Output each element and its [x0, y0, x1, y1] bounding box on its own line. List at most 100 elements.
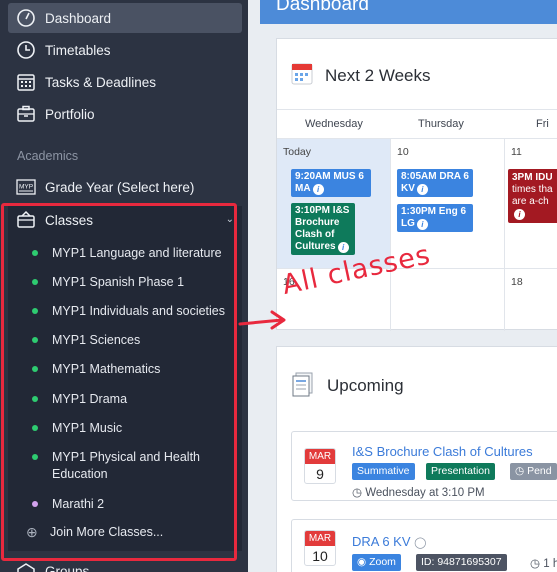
info-icon: i	[337, 242, 349, 253]
chevron-down-icon: ⌄	[225, 214, 234, 225]
calendar-grid-icon	[17, 74, 35, 91]
upcoming-item-title[interactable]: I&S Brochure Clash of Cultures	[352, 444, 533, 459]
clock-icon	[17, 41, 35, 59]
class-item-sciences[interactable]: MYP1 Sciences	[8, 332, 242, 349]
nav-timetables[interactable]: Timetables	[8, 35, 242, 65]
portfolio-icon	[17, 105, 35, 122]
info-icon: i	[312, 184, 324, 195]
nav-classes[interactable]: Classes ⌄	[8, 206, 242, 234]
status-dot-icon	[32, 501, 38, 507]
class-item-label: MYP1 Music	[52, 421, 123, 435]
tag-pending: ◷ Pend	[510, 463, 557, 480]
status-dot-icon	[32, 250, 38, 256]
calendar-event-label: times tha are a-ch	[512, 184, 553, 207]
calendar-cell[interactable]: 18	[505, 269, 557, 331]
date-badge: MAR 9	[304, 448, 336, 484]
info-icon: i	[416, 219, 428, 230]
class-item-label: MYP1 Physical and Health Education	[52, 450, 200, 481]
annotation-arrow-icon	[238, 310, 286, 330]
book-icon	[292, 372, 313, 397]
nav-groups[interactable]: Groups	[8, 556, 242, 572]
status-dot-icon	[32, 396, 38, 402]
class-item-label: MYP1 Individuals and societies	[52, 304, 226, 318]
comment-icon: ◯	[414, 537, 427, 549]
tag-zoom-label: Zoom	[369, 556, 396, 568]
zoom-icon: ◉	[357, 556, 370, 568]
status-dot-icon	[32, 454, 38, 460]
info-icon: i	[416, 184, 428, 195]
date-badge: MAR 10	[304, 530, 336, 566]
tag-pending-label: Pend	[527, 465, 552, 477]
section-academics: Academics	[17, 149, 79, 163]
calendar-cell[interactable]	[391, 269, 505, 331]
join-more-classes[interactable]: ⊕ Join More Classes...	[8, 524, 242, 541]
sidebar: Dashboard Timetables Tasks & Deadlines P…	[0, 0, 248, 572]
class-item-language[interactable]: MYP1 Language and literature	[8, 245, 242, 262]
class-item-label: MYP1 Spanish Phase 1	[52, 275, 185, 289]
tag-meeting-id: ID: 94871695307	[416, 554, 507, 571]
groups-icon	[17, 563, 35, 572]
nav-tasks[interactable]: Tasks & Deadlines	[8, 67, 242, 97]
join-more-classes-label: Join More Classes...	[50, 525, 164, 539]
nav-dashboard-label: Dashboard	[45, 10, 112, 26]
calendar-event-label: 9:20AM MUS 6 MA	[295, 171, 364, 194]
nav-grade-year-label: Grade Year (Select here)	[45, 179, 195, 195]
day-header: Fri	[536, 118, 549, 130]
page-header: Dashboard	[260, 0, 557, 24]
upcoming-item[interactable]: MAR 10 DRA 6 KV ◯ ◉ Zoom ID: 94871695307…	[291, 519, 557, 572]
upcoming-title: Upcoming	[327, 376, 404, 395]
date-badge-month: MAR	[305, 449, 335, 464]
upcoming-item-title-text: DRA 6 KV	[352, 534, 411, 549]
info-icon: i	[514, 209, 525, 220]
calendar-event[interactable]: 8:05AM DRA 6 KV i	[397, 169, 473, 197]
myp-badge-text: MYP	[19, 184, 33, 191]
clock-icon: ◷	[352, 487, 366, 499]
class-item-label: MYP1 Mathematics	[52, 362, 161, 376]
class-item-spanish[interactable]: MYP1 Spanish Phase 1	[8, 274, 242, 291]
nav-timetables-label: Timetables	[45, 42, 111, 58]
calendar-icon	[291, 63, 313, 85]
calendar-event-time: 3PM IDU	[512, 172, 553, 183]
clock-icon: ◷	[530, 558, 544, 570]
class-item-marathi[interactable]: Marathi 2	[8, 496, 242, 513]
calendar-cell[interactable]: 11 3PM IDU times tha are a-ch i	[505, 139, 557, 269]
nav-portfolio[interactable]: Portfolio	[8, 99, 242, 129]
nav-classes-label: Classes	[45, 212, 94, 228]
class-item-mathematics[interactable]: MYP1 Mathematics	[8, 361, 242, 378]
myp-badge-icon: MYP	[16, 179, 36, 195]
class-item-music[interactable]: MYP1 Music	[8, 420, 242, 437]
status-dot-icon	[32, 337, 38, 343]
nav-groups-label: Groups	[45, 563, 90, 572]
upcoming-item-title[interactable]: DRA 6 KV ◯	[352, 534, 426, 549]
class-item-label: MYP1 Sciences	[52, 333, 141, 347]
calendar-day-headers: Wednesday Thursday Fri	[277, 109, 557, 139]
tag-zoom[interactable]: ◉ Zoom	[352, 554, 401, 571]
status-dot-icon	[32, 279, 38, 285]
calendar-date: 11	[511, 146, 522, 158]
nav-tasks-label: Tasks & Deadlines	[45, 74, 157, 90]
class-item-phe[interactable]: MYP1 Physical and Health Education	[8, 449, 218, 483]
date-badge-day: 9	[316, 466, 324, 482]
day-header: Thursday	[418, 118, 464, 130]
calendar-event[interactable]: 9:20AM MUS 6 MA i	[291, 169, 371, 197]
upcoming-item[interactable]: MAR 9 I&S Brochure Clash of Cultures Sum…	[291, 431, 557, 501]
calendar-event[interactable]: 3:10PM I&S Brochure Clash of Cultures i	[291, 203, 355, 255]
tag-summative: Summative	[352, 463, 415, 480]
date-badge-day: 10	[312, 548, 328, 564]
calendar-date: 18	[511, 276, 523, 288]
nav-dashboard[interactable]: Dashboard	[8, 3, 242, 33]
class-item-individuals[interactable]: MYP1 Individuals and societies	[8, 303, 242, 320]
calendar-event-label: 1:30PM Eng 6 LG	[401, 206, 467, 229]
class-item-drama[interactable]: MYP1 Drama	[8, 391, 242, 408]
status-dot-icon	[32, 308, 38, 314]
calendar-event[interactable]: 1:30PM Eng 6 LG i	[397, 204, 473, 232]
upcoming-card: Upcoming MAR 9 I&S Brochure Clash of Cul…	[276, 346, 557, 572]
calendar-event-label: 8:05AM DRA 6 KV	[401, 171, 469, 194]
status-dot-icon	[32, 425, 38, 431]
class-item-label: MYP1 Language and literature	[52, 246, 222, 260]
clock-icon: ◷	[515, 465, 528, 477]
upcoming-item-meta: ◷ Wednesday at 3:10 PM	[352, 485, 485, 499]
day-header: Wednesday	[305, 118, 363, 130]
nav-grade-year[interactable]: MYP Grade Year (Select here)	[8, 172, 242, 202]
calendar-event[interactable]: 3PM IDU times tha are a-ch i	[508, 169, 557, 223]
